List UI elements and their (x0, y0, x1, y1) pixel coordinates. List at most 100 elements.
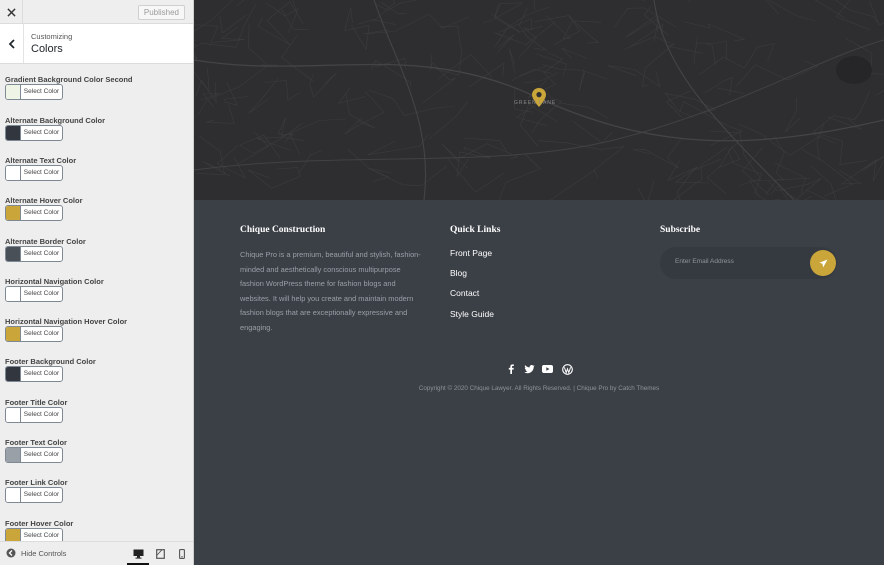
select-color-label: Select Color (23, 370, 60, 378)
color-swatch (6, 165, 21, 180)
map-location-label: GREEN LANE (514, 100, 557, 106)
send-icon (818, 258, 828, 267)
control-label: Horizontal Navigation Color (5, 276, 104, 286)
desktop-icon (133, 549, 143, 559)
select-color-button[interactable]: Select Color (5, 245, 63, 262)
email-input[interactable]: Enter Email Address (675, 258, 734, 265)
select-color-label: Select Color (23, 168, 60, 176)
select-color-button[interactable]: Select Color (5, 124, 63, 141)
back-button[interactable] (0, 24, 24, 63)
select-color-button[interactable]: Select Color (5, 406, 63, 423)
control-footer-title-color: Footer Title Color Select Color (5, 397, 68, 423)
select-color-label: Select Color (23, 128, 60, 136)
site-footer: Chique Construction Chique Pro is a prem… (194, 200, 884, 565)
control-label: Gradient Background Color Second (5, 75, 133, 85)
quick-link-style-guide[interactable]: Style Guide (450, 309, 494, 329)
section-header: Customizing Colors (0, 24, 193, 64)
copyright-text: Copyright © 2020 Chique Lawyer. All Righ… (418, 385, 660, 392)
control-label: Alternate Hover Color (5, 196, 83, 206)
color-swatch (6, 206, 21, 221)
control-label: Alternate Background Color (5, 115, 106, 125)
customizer-footer: Hide Controls (0, 541, 193, 565)
preview-mobile-button[interactable] (174, 547, 190, 561)
color-swatch (6, 85, 21, 100)
color-controls-list: Select ColorGradient Background Color Se… (0, 64, 193, 541)
control-footer-text-color: Footer Text Color Select Color (5, 438, 67, 463)
color-swatch (6, 125, 21, 140)
select-color-button[interactable]: Select Color (5, 285, 63, 302)
select-color-button[interactable]: Select Color (5, 164, 63, 181)
select-color-label: Select Color (23, 289, 60, 297)
select-color-button[interactable]: Select Color (5, 487, 63, 504)
color-swatch (6, 407, 21, 422)
site-preview: GREEN LANE Chique Construction Chique Pr… (194, 0, 884, 565)
facebook-icon[interactable] (505, 363, 517, 375)
section-breadcrumb: Customizing (31, 32, 73, 41)
chevron-left-icon (8, 38, 15, 49)
twitter-icon[interactable] (523, 363, 535, 375)
select-color-button[interactable]: Select Color (5, 366, 63, 383)
select-color-button[interactable]: Select Color (5, 527, 63, 541)
control-footer-background-color: Footer Background Color Select Color (5, 357, 96, 383)
customizer-sidebar: Published Customizing Colors Select Colo… (0, 0, 194, 565)
quick-link-contact[interactable]: Contact (450, 288, 494, 308)
about-widget-title: Chique Construction (240, 225, 326, 235)
control-label: Footer Hover Color (5, 518, 74, 528)
subscribe-title: Subscribe (660, 225, 701, 235)
control-alternate-border-color: Alternate Border Color Select Color (5, 237, 86, 262)
control-label: Footer Link Color (5, 478, 68, 488)
control-horizontal-navigation-color: Horizontal Navigation Color Select Color (5, 276, 104, 302)
select-color-button[interactable]: Select Color (5, 84, 63, 101)
color-swatch (6, 246, 21, 261)
select-color-button[interactable]: Select Color (5, 326, 63, 343)
quick-link-blog[interactable]: Blog (450, 268, 494, 288)
control-label: Alternate Text Color (5, 155, 77, 165)
control-gradient-background-color-second: Gradient Background Color Second Select C… (5, 75, 133, 101)
collapse-icon (6, 548, 16, 558)
section-title: Colors (31, 43, 63, 55)
preview-tablet-button[interactable] (152, 547, 168, 561)
color-swatch (6, 528, 21, 541)
tablet-icon (155, 549, 165, 559)
select-color-button[interactable]: Select Color (5, 447, 63, 463)
control-label: Footer Text Color (5, 438, 67, 447)
subscribe-button[interactable] (810, 250, 836, 276)
hide-controls-label: Hide Controls (21, 548, 67, 558)
control-alternate-text-color: Alternate Text Color Select Color (5, 155, 77, 181)
youtube-icon[interactable] (541, 363, 553, 375)
control-footer-link-color: Footer Link Color Select Color (5, 478, 68, 504)
close-button[interactable] (0, 0, 23, 24)
customizer-header: Published (0, 0, 193, 24)
quick-link-front-page[interactable]: Front Page (450, 248, 494, 268)
control-footer-hover-color: Footer Hover Color Select Color (5, 518, 74, 541)
select-color-label: Select Color (23, 209, 60, 217)
preview-desktop-button[interactable] (130, 547, 146, 561)
select-color-button[interactable]: Select Color (5, 205, 63, 222)
color-swatch (6, 488, 21, 503)
color-swatch (6, 367, 21, 382)
quick-links-title: Quick Links (450, 225, 501, 235)
control-label: Footer Background Color (5, 357, 96, 367)
color-swatch (6, 327, 21, 342)
select-color-label: Select Color (23, 451, 60, 458)
select-color-label: Select Color (23, 88, 60, 96)
control-horizontal-navigation-hover-color: Horizontal Navigation Hover Color Select … (5, 317, 128, 343)
wordpress-icon[interactable] (561, 363, 573, 375)
control-label: Horizontal Navigation Hover Color (5, 317, 128, 327)
published-button[interactable]: Published (137, 5, 185, 20)
select-color-label: Select Color (23, 249, 60, 257)
about-widget-text: Chique Pro is a premium, beautiful and s… (240, 250, 421, 332)
select-color-label: Select Color (23, 531, 60, 539)
select-color-label: Select Color (23, 330, 60, 338)
map[interactable]: GREEN LANE (194, 0, 884, 200)
select-color-label: Select Color (23, 491, 60, 499)
quick-links-list: Front Page Blog Contact Style Guide (450, 248, 494, 329)
hide-controls-button[interactable]: Hide Controls (6, 548, 66, 558)
control-alternate-background-color: Alternate Background Color Select Color (5, 115, 106, 141)
color-swatch (6, 448, 21, 462)
control-label: Footer Title Color (5, 397, 68, 407)
close-icon (6, 7, 16, 17)
color-swatch (6, 286, 21, 301)
control-alternate-hover-color: Alternate Hover Color Select Color (5, 196, 83, 222)
subscribe-form: Enter Email Address (660, 247, 837, 279)
